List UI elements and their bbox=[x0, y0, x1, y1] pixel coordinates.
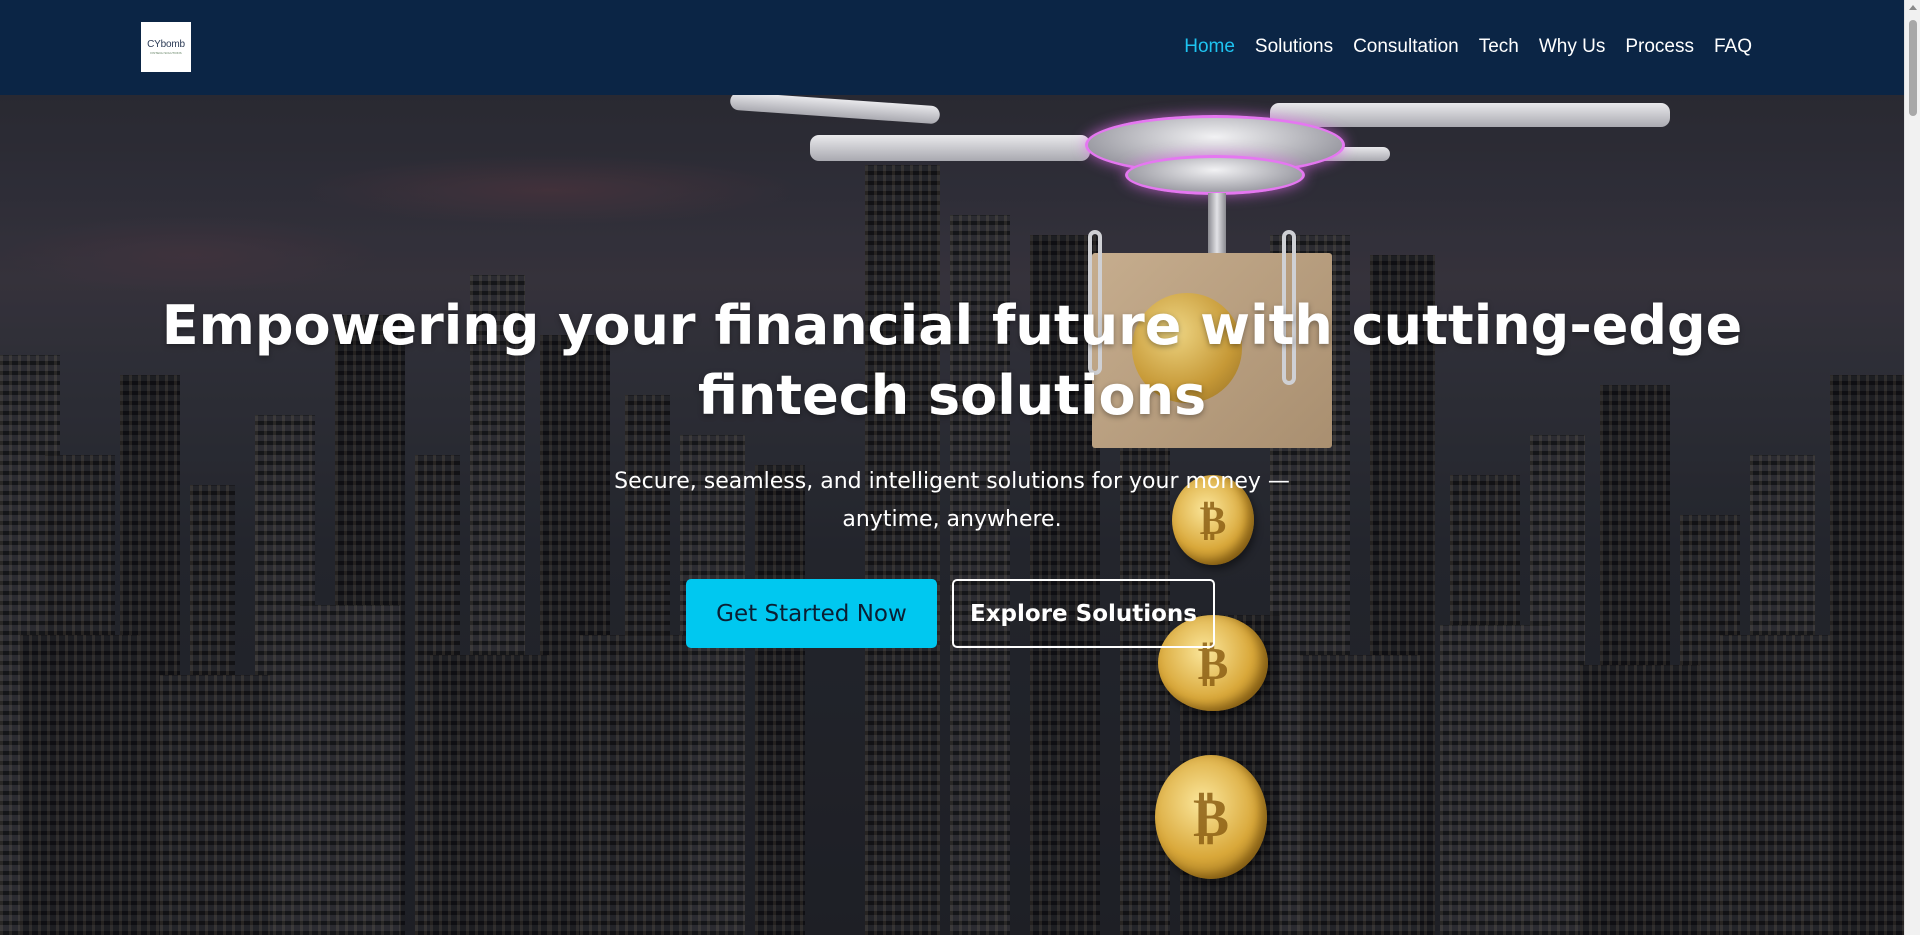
drone-arm bbox=[1270, 103, 1670, 127]
bitcoin-coin-icon: ₿ bbox=[1155, 755, 1267, 879]
nav-item-solutions: Solutions bbox=[1255, 36, 1333, 58]
drone-arm bbox=[810, 135, 1090, 161]
page-scrollbar[interactable] bbox=[1904, 0, 1920, 935]
nav-link-tech[interactable]: Tech bbox=[1479, 36, 1519, 57]
get-started-button[interactable]: Get Started Now bbox=[686, 579, 937, 648]
nav-link-consultation[interactable]: Consultation bbox=[1353, 36, 1459, 57]
nav-item-process: Process bbox=[1625, 36, 1694, 58]
scrollbar-thumb[interactable] bbox=[1909, 20, 1917, 116]
hero-subtitle: Secure, seamless, and intelligent soluti… bbox=[614, 469, 1290, 532]
logo-subtext: FINTECH SOLUTIONS bbox=[150, 51, 182, 55]
nav-menu: Home Solutions Consultation Tech Why Us … bbox=[1184, 36, 1752, 58]
explore-solutions-button[interactable]: Explore Solutions bbox=[952, 579, 1215, 648]
drone-body bbox=[1125, 155, 1305, 195]
nav-link-process[interactable]: Process bbox=[1625, 36, 1694, 57]
drone-arm bbox=[729, 95, 941, 125]
nav-item-home: Home bbox=[1184, 36, 1235, 58]
nav-item-faq: FAQ bbox=[1714, 36, 1752, 58]
logo-text: CYbomb bbox=[147, 39, 185, 50]
nav-link-home[interactable]: Home bbox=[1184, 36, 1235, 57]
drone-stem bbox=[1208, 193, 1226, 253]
nav-item-why-us: Why Us bbox=[1539, 36, 1606, 58]
hero-section: ₿ ₿ ₿ Empowering your financial future w… bbox=[0, 95, 1904, 935]
hero-title: Empowering your financial future with cu… bbox=[161, 294, 1743, 427]
nav-link-why-us[interactable]: Why Us bbox=[1539, 36, 1606, 57]
nav-item-tech: Tech bbox=[1479, 36, 1519, 58]
brand-logo[interactable]: CYbomb FINTECH SOLUTIONS bbox=[141, 22, 191, 72]
navbar: CYbomb FINTECH SOLUTIONS Home Solutions … bbox=[0, 0, 1904, 95]
scroll-up-arrow-icon[interactable] bbox=[1909, 5, 1917, 10]
nav-link-faq[interactable]: FAQ bbox=[1714, 36, 1752, 57]
nav-link-solutions[interactable]: Solutions bbox=[1255, 36, 1333, 57]
nav-item-consultation: Consultation bbox=[1353, 36, 1459, 58]
